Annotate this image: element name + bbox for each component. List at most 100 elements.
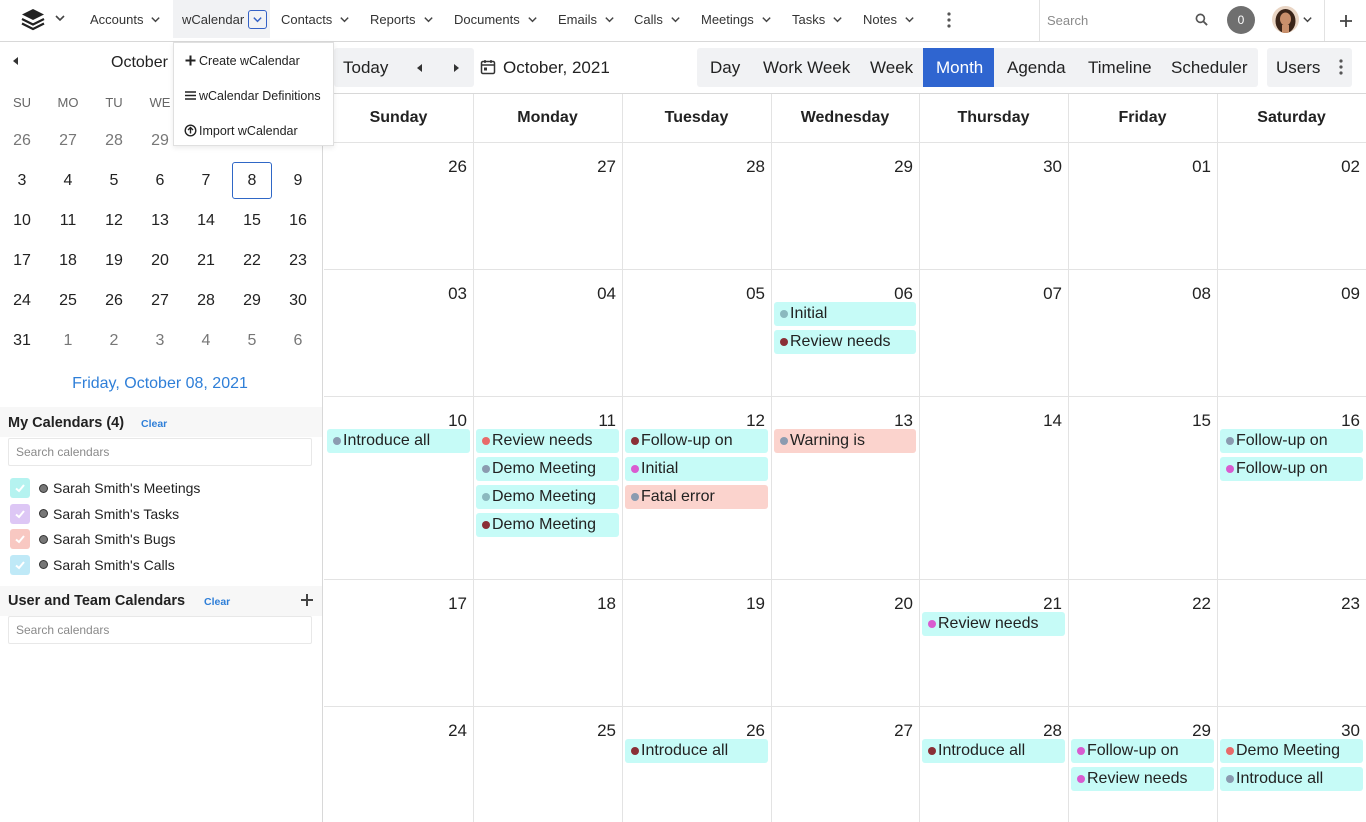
mini-calendar-day[interactable]: 25	[48, 282, 88, 319]
mini-calendar-day[interactable]: 3	[140, 322, 180, 359]
global-search-input[interactable]	[1040, 0, 1200, 40]
team-calendars-search-input[interactable]	[8, 616, 312, 644]
current-period-label[interactable]: October, 2021	[503, 58, 610, 78]
mini-calendar-day[interactable]: 4	[48, 162, 88, 199]
plus-icon[interactable]	[300, 593, 314, 607]
mini-calendar-month[interactable]: October	[111, 54, 168, 72]
mini-calendar-day[interactable]: 21	[186, 242, 226, 279]
calendar-checkbox[interactable]	[10, 503, 30, 524]
users-button[interactable]: Users	[1276, 58, 1320, 78]
nav-reports[interactable]: Reports	[370, 0, 434, 38]
calendar-event[interactable]: Review needs	[476, 429, 619, 453]
mini-calendar-day[interactable]: 8	[232, 162, 272, 199]
next-period-icon[interactable]	[451, 63, 461, 73]
more-vertical-icon[interactable]	[944, 10, 954, 30]
my-calendar-item[interactable]: Sarah Smith's Tasks	[10, 503, 179, 524]
mini-calendar-day[interactable]: 20	[140, 242, 180, 279]
nav-emails[interactable]: Emails	[558, 0, 615, 38]
mini-calendar-day[interactable]: 2	[94, 322, 134, 359]
view-agenda-button[interactable]: Agenda	[994, 48, 1075, 87]
view-month-button[interactable]: Month	[923, 48, 994, 87]
my-calendar-item[interactable]: Sarah Smith's Meetings	[10, 478, 200, 498]
mini-calendar-day[interactable]: 27	[140, 282, 180, 319]
mini-calendar-day[interactable]: 4	[186, 322, 226, 359]
view-timeline-button[interactable]: Timeline	[1075, 48, 1159, 87]
nav-meetings[interactable]: Meetings	[701, 0, 772, 38]
mini-calendar-day[interactable]: 22	[232, 242, 272, 279]
mini-calendar-day[interactable]: 28	[94, 122, 134, 159]
mini-calendar-day[interactable]: 3	[2, 162, 42, 199]
today-button[interactable]: Today	[343, 58, 388, 78]
mini-calendar-day[interactable]: 24	[2, 282, 42, 319]
my-calendars-search-input[interactable]	[8, 438, 312, 466]
mini-calendar-day[interactable]: 31	[2, 322, 42, 359]
mini-calendar-day[interactable]: 1	[48, 322, 88, 359]
mini-calendar-day[interactable]: 27	[48, 122, 88, 159]
calendar-event[interactable]: Introduce all	[327, 429, 470, 453]
calendar-event[interactable]: Demo Meeting	[476, 513, 619, 537]
import-wcalendar-menu-item[interactable]: Import wCalendar	[174, 113, 333, 148]
chevron-down-icon[interactable]	[1302, 14, 1313, 25]
mini-calendar-day[interactable]: 7	[186, 162, 226, 199]
mini-calendar-day[interactable]: 5	[232, 322, 272, 359]
calendar-event[interactable]: Follow-up on	[1220, 429, 1363, 453]
calendar-event[interactable]: Demo Meeting	[476, 457, 619, 481]
wcalendar-definitions-menu-item[interactable]: wCalendar Definitions	[174, 78, 333, 113]
calendar-event[interactable]: Introduce all	[1220, 767, 1363, 791]
chevron-down-icon[interactable]	[54, 12, 66, 24]
calendar-event[interactable]: Review needs	[774, 330, 916, 354]
team-calendars-clear-link[interactable]: Clear	[204, 596, 230, 608]
create-wcalendar-menu-item[interactable]: Create wCalendar	[174, 43, 333, 78]
calendar-event[interactable]: Follow-up on	[1071, 739, 1214, 763]
calendar-checkbox[interactable]	[10, 478, 30, 498]
calendar-event[interactable]: Review needs	[1071, 767, 1214, 791]
calendar-event[interactable]: Demo Meeting	[476, 485, 619, 509]
mini-calendar-selected-date[interactable]: Friday, October 08, 2021	[0, 375, 320, 393]
calendar-icon[interactable]	[480, 59, 496, 75]
mini-calendar-day[interactable]: 5	[94, 162, 134, 199]
calendar-event[interactable]: Introduce all	[625, 739, 768, 763]
mini-calendar-day[interactable]: 18	[48, 242, 88, 279]
mini-calendar-day[interactable]: 9	[278, 162, 318, 199]
mini-calendar-day[interactable]: 14	[186, 202, 226, 239]
my-calendars-clear-link[interactable]: Clear	[141, 418, 167, 430]
calendar-event[interactable]: Warning is	[774, 429, 916, 453]
search-icon[interactable]	[1195, 13, 1208, 26]
mini-calendar-day[interactable]: 26	[2, 122, 42, 159]
nav-calls[interactable]: Calls	[634, 0, 681, 38]
view-work-week-button[interactable]: Work Week	[750, 48, 858, 87]
calendar-event[interactable]: Introduce all	[922, 739, 1065, 763]
calendar-event[interactable]: Follow-up on	[1220, 457, 1363, 481]
mini-calendar-day[interactable]: 26	[94, 282, 134, 319]
calendar-event[interactable]: Initial	[774, 302, 916, 326]
calendar-event[interactable]: Fatal error	[625, 485, 768, 509]
mini-calendar-day[interactable]: 30	[278, 282, 318, 319]
user-avatar[interactable]	[1272, 6, 1299, 33]
mini-calendar-day[interactable]: 28	[186, 282, 226, 319]
mini-calendar-day[interactable]: 29	[232, 282, 272, 319]
calendar-event[interactable]: Review needs	[922, 612, 1065, 636]
quick-create-button[interactable]	[1324, 0, 1366, 41]
nav-tasks[interactable]: Tasks	[792, 0, 843, 38]
mini-calendar-day[interactable]: 12	[94, 202, 134, 239]
view-day-button[interactable]: Day	[697, 48, 750, 87]
calendar-event[interactable]: Initial	[625, 457, 768, 481]
notification-count-badge[interactable]: 0	[1227, 6, 1255, 34]
more-vertical-icon[interactable]	[1337, 57, 1345, 77]
nav-accounts[interactable]: Accounts	[90, 0, 161, 38]
mini-calendar-day[interactable]: 17	[2, 242, 42, 279]
mini-calendar-day[interactable]: 19	[94, 242, 134, 279]
calendar-event[interactable]: Demo Meeting	[1220, 739, 1363, 763]
previous-period-icon[interactable]	[415, 63, 425, 73]
wcalendar-dropdown-toggle[interactable]	[248, 9, 268, 29]
my-calendar-item[interactable]: Sarah Smith's Bugs	[10, 529, 176, 549]
mini-calendar-day[interactable]: 11	[48, 202, 88, 239]
view-week-button[interactable]: Week	[858, 48, 923, 87]
nav-notes[interactable]: Notes	[863, 0, 915, 38]
calendar-event[interactable]: Follow-up on	[625, 429, 768, 453]
calendar-checkbox[interactable]	[10, 554, 30, 575]
nav-contacts[interactable]: Contacts	[281, 0, 350, 38]
my-calendar-item[interactable]: Sarah Smith's Calls	[10, 554, 175, 575]
calendar-checkbox[interactable]	[10, 529, 30, 549]
view-scheduler-button[interactable]: Scheduler	[1159, 48, 1258, 87]
